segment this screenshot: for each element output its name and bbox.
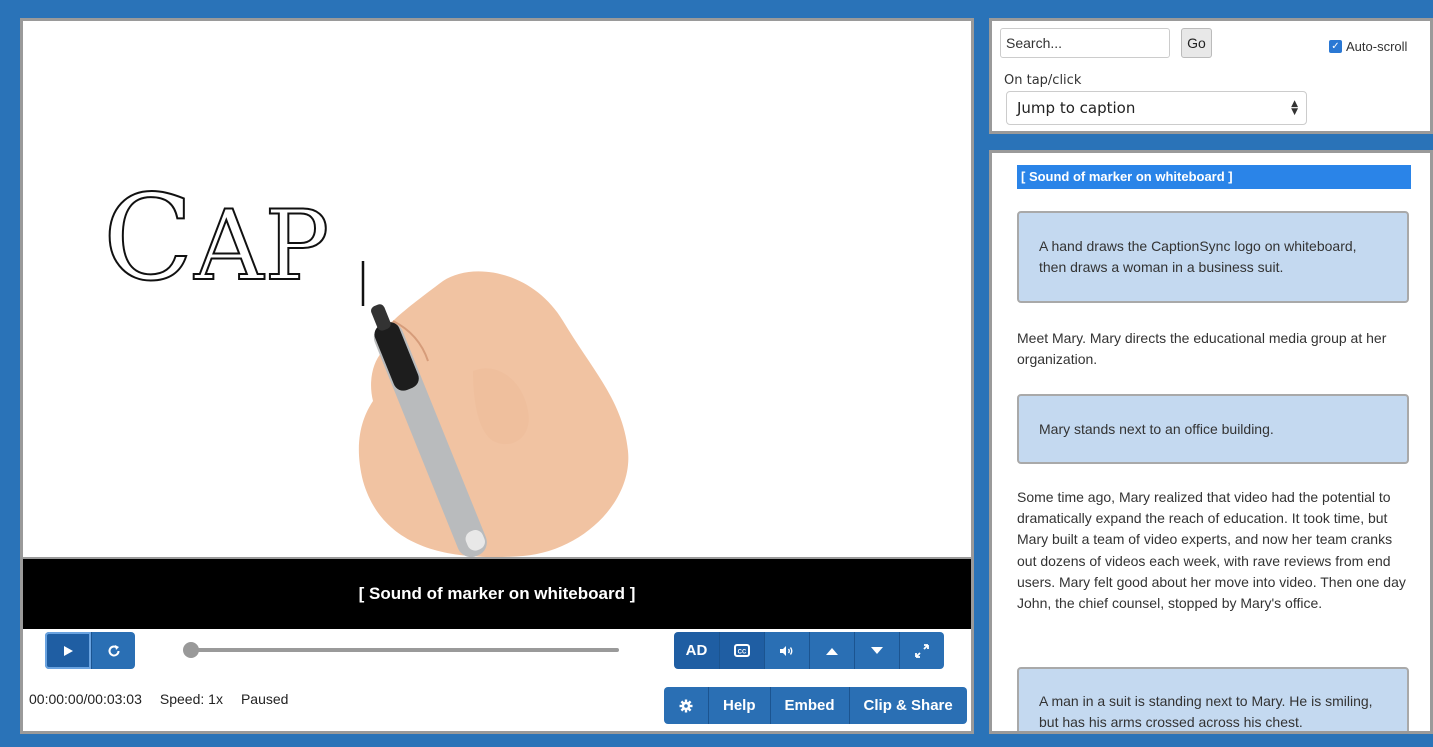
closed-captions-icon: CC bbox=[734, 644, 750, 657]
playback-status: 00:00:00/00:03:03 Speed: 1x Paused bbox=[29, 691, 288, 707]
restart-button[interactable] bbox=[91, 632, 135, 669]
seek-track[interactable] bbox=[189, 648, 619, 652]
speed-readout: Speed: 1x bbox=[159, 691, 223, 707]
play-icon bbox=[64, 645, 73, 656]
audio-description-block[interactable]: A hand draws the CaptionSync logo on whi… bbox=[1017, 211, 1409, 303]
ontap-selected-value: Jump to caption bbox=[1017, 99, 1136, 117]
caret-up-icon bbox=[826, 647, 838, 655]
transcript-search-panel: Go ✓ Auto-scroll On tap/click Jump to ca… bbox=[989, 18, 1433, 134]
playback-controls bbox=[45, 632, 135, 669]
svg-text:CC: CC bbox=[738, 650, 747, 656]
clip-share-button[interactable]: Clip & Share bbox=[848, 687, 967, 724]
audio-description-button[interactable]: AD bbox=[674, 632, 719, 669]
select-arrows-icon: ▲ ▼ bbox=[1291, 99, 1298, 117]
transcript-panel[interactable]: [ Sound of marker on whiteboard ] A hand… bbox=[989, 150, 1433, 734]
transcript-paragraph[interactable]: Some time ago, Mary realized that video … bbox=[1017, 487, 1413, 614]
media-player: CAP [ Sound of marker on whiteboard ] AD… bbox=[20, 18, 974, 734]
video-frame[interactable]: CAP bbox=[23, 21, 971, 557]
seek-bar[interactable] bbox=[183, 642, 619, 658]
elapsed-time: 00:00:00/00:03:03 bbox=[29, 691, 142, 707]
play-button[interactable] bbox=[45, 632, 91, 669]
autoscroll-checkbox[interactable]: ✓ bbox=[1329, 40, 1342, 53]
help-button[interactable]: Help bbox=[708, 687, 770, 724]
faster-button[interactable] bbox=[809, 632, 854, 669]
autoscroll-toggle[interactable]: ✓ Auto-scroll bbox=[1329, 39, 1407, 54]
captions-button[interactable]: CC bbox=[719, 632, 764, 669]
fullscreen-button[interactable] bbox=[899, 632, 944, 669]
seek-handle[interactable] bbox=[183, 642, 199, 658]
volume-button[interactable] bbox=[764, 632, 809, 669]
player-options-toolbar: AD CC bbox=[674, 632, 944, 669]
volume-icon bbox=[780, 645, 793, 656]
hand-with-marker-image bbox=[358, 261, 629, 557]
ontap-label: On tap/click bbox=[1004, 73, 1082, 88]
audio-description-block[interactable]: Mary stands next to an office building. bbox=[1017, 394, 1409, 464]
embed-button[interactable]: Embed bbox=[769, 687, 849, 724]
gear-icon bbox=[679, 699, 693, 712]
transcript-current-caption[interactable]: [ Sound of marker on whiteboard ] bbox=[1017, 165, 1411, 189]
video-whiteboard-text: CAP bbox=[102, 169, 331, 307]
search-input[interactable] bbox=[1000, 28, 1170, 58]
audio-description-block[interactable]: A man in a suit is standing next to Mary… bbox=[1017, 667, 1409, 731]
play-state: Paused bbox=[240, 691, 289, 707]
restart-icon bbox=[108, 644, 120, 657]
ontap-select[interactable]: Jump to caption ▲ ▼ bbox=[1006, 91, 1307, 125]
transcript-paragraph[interactable]: Meet Mary. Mary directs the educational … bbox=[1017, 328, 1413, 370]
settings-button[interactable] bbox=[664, 687, 708, 724]
slower-button[interactable] bbox=[854, 632, 899, 669]
player-menu-toolbar: Help Embed Clip & Share bbox=[664, 687, 967, 725]
autoscroll-label: Auto-scroll bbox=[1346, 39, 1408, 54]
caret-down-icon bbox=[871, 646, 883, 654]
fullscreen-icon bbox=[915, 643, 929, 658]
caption-overlay: [ Sound of marker on whiteboard ] bbox=[23, 557, 971, 629]
search-go-button[interactable]: Go bbox=[1181, 28, 1212, 58]
